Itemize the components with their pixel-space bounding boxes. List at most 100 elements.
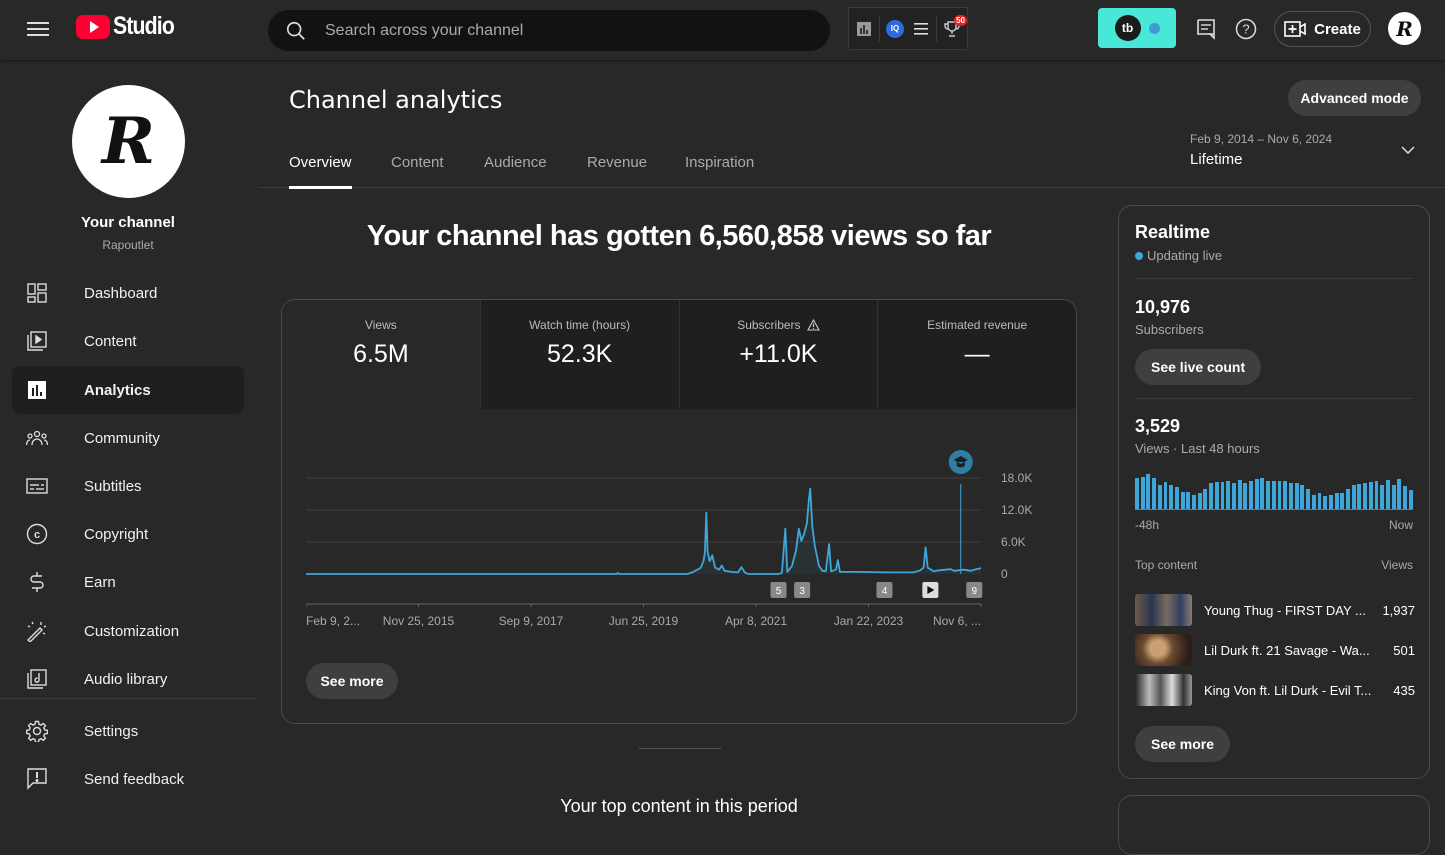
realtime-title: Realtime	[1135, 222, 1211, 242]
bar-chart-icon[interactable]	[853, 18, 875, 40]
video-views: 435	[1393, 682, 1415, 698]
sidebar-item-community[interactable]: Community	[12, 414, 244, 462]
chart-annotation-marker[interactable]: 9	[966, 582, 983, 598]
sidebar-item-audio-library[interactable]: Audio library	[12, 655, 244, 703]
sidebar-item-label: Customization	[84, 622, 180, 640]
menu-icon[interactable]	[27, 18, 49, 40]
iq-extension-icon[interactable]: IQ	[884, 18, 906, 40]
hourly-bar	[1288, 483, 1293, 509]
hourly-bar	[1203, 489, 1208, 509]
tab-overview[interactable]: Overview	[289, 154, 352, 189]
hourly-bar	[1186, 492, 1191, 509]
chart-annotation-marker[interactable]: 5	[770, 582, 787, 598]
search-bar[interactable]	[268, 10, 830, 51]
list-icon[interactable]	[910, 18, 932, 40]
youtube-logo-icon	[76, 14, 110, 39]
create-button[interactable]: Create	[1274, 11, 1371, 47]
advanced-mode-button[interactable]: Advanced mode	[1288, 80, 1421, 116]
hourly-bar	[1226, 481, 1231, 509]
studio-logo[interactable]: Studio	[76, 12, 185, 41]
sidebar-item-label: Earn	[84, 573, 116, 591]
metric-views[interactable]: Views 6.5M	[282, 300, 480, 409]
metric-estimated-revenue[interactable]: Estimated revenue —	[877, 300, 1076, 409]
views-column-label: Views	[1381, 558, 1413, 572]
sidebar-item-label: Copyright	[84, 525, 149, 543]
realtime-see-more-button[interactable]: See more	[1135, 726, 1231, 762]
see-more-button[interactable]: See more	[306, 663, 398, 699]
hourly-bar	[1300, 484, 1305, 509]
search-input[interactable]	[325, 21, 795, 40]
hourly-views-chart[interactable]	[1135, 474, 1413, 510]
hourly-bar	[1306, 488, 1310, 509]
main-content: Channel analytics Advanced mode Overview…	[258, 60, 1445, 855]
hourly-bar	[1237, 480, 1242, 509]
top-content-row[interactable]: Lil Durk ft. 21 Savage - Wa... 501	[1135, 634, 1415, 666]
logo-text: Studio	[113, 12, 175, 40]
top-content-row[interactable]: Young Thug - FIRST DAY ... 1,937	[1135, 594, 1415, 626]
sidebar-item-send-feedback[interactable]: Send feedback	[12, 755, 244, 803]
hourly-bar	[1368, 481, 1373, 509]
sidebar-item-label: Dashboard	[84, 284, 158, 302]
tab-audience[interactable]: Audience	[484, 154, 547, 188]
top-content-row[interactable]: King Von ft. Lil Durk - Evil T... 435	[1135, 674, 1415, 706]
hourly-bar	[1135, 478, 1139, 509]
tab-content[interactable]: Content	[391, 154, 444, 188]
sidebar-item-dashboard[interactable]: Dashboard	[12, 269, 244, 317]
status-dot	[1148, 22, 1160, 34]
tab-revenue[interactable]: Revenue	[587, 154, 647, 188]
date-range-selector[interactable]: Feb 9, 2014 – Nov 6, 2024 Lifetime	[1190, 132, 1430, 172]
sidebar-item-content[interactable]: Content	[12, 317, 244, 365]
tab-inspiration[interactable]: Inspiration	[685, 154, 754, 188]
metric-watch-time[interactable]: Watch time (hours) 52.3K	[479, 300, 679, 409]
metric-label: Subscribers	[680, 318, 878, 332]
video-title: Lil Durk ft. 21 Savage - Wa...	[1204, 642, 1370, 658]
x-tick-label: Feb 9, 2...	[306, 614, 360, 628]
metric-label: Views	[364, 318, 397, 332]
see-live-count-button[interactable]: See live count	[1135, 349, 1262, 385]
sidebar-item-earn[interactable]: Earn	[12, 558, 244, 606]
y-tick-label: 12.0K	[1001, 503, 1032, 517]
x-tick-label: Nov 25, 2015	[383, 614, 455, 628]
next-card	[1118, 795, 1430, 855]
hourly-bar	[1243, 482, 1248, 509]
hourly-bar	[1346, 488, 1350, 509]
messages-icon[interactable]	[1193, 16, 1219, 42]
x-tick-label: Apr 8, 2021	[725, 614, 787, 628]
extension-toolbar: IQ 50	[848, 7, 968, 50]
sidebar-item-customization[interactable]: Customization	[12, 607, 244, 655]
hourly-bar	[1140, 476, 1145, 509]
tubebuddy-button[interactable]: tb	[1098, 8, 1176, 48]
trophy-icon[interactable]: 50	[941, 14, 967, 40]
hourly-bar	[1351, 485, 1356, 509]
metric-subscribers[interactable]: Subscribers +11.0K	[678, 300, 878, 409]
sidebar-item-label: Settings	[84, 722, 139, 740]
date-range-text: Feb 9, 2014 – Nov 6, 2024	[1190, 132, 1333, 146]
views-chart[interactable]: 0 6.0K 12.0K 18.0K Feb 9, 2... Nov 25, 2015 Se…	[306, 442, 1066, 642]
feedback-icon	[25, 767, 49, 791]
account-avatar[interactable]: R	[1388, 12, 1421, 45]
chart-annotation-marker[interactable]: 3	[794, 582, 811, 598]
tubebuddy-icon: tb	[1114, 15, 1141, 41]
top-content-heading: Your top content in this period	[560, 796, 798, 816]
section-divider	[639, 748, 721, 749]
sidebar-item-copyright[interactable]: c Copyright	[12, 510, 244, 558]
y-tick-label: 0	[1001, 567, 1008, 581]
metric-tabs: Views 6.5M Watch time (hours) 52.3K Subs…	[282, 300, 1076, 409]
video-views: 501	[1393, 642, 1415, 658]
realtime-views-count: 3,529	[1135, 416, 1181, 436]
chart-annotation-marker[interactable]	[922, 582, 939, 598]
sidebar-item-subtitles[interactable]: Subtitles	[12, 462, 244, 510]
warning-icon[interactable]	[806, 319, 820, 331]
sidebar-item-settings[interactable]: Settings	[12, 707, 244, 755]
svg-text:4: 4	[882, 586, 888, 597]
video-title: Young Thug - FIRST DAY ...	[1204, 602, 1366, 618]
divider	[1135, 398, 1413, 399]
channel-avatar[interactable]: R	[72, 85, 185, 198]
sidebar-item-analytics[interactable]: Analytics	[12, 366, 244, 414]
metric-value: +11.0K	[739, 340, 818, 368]
chart-annotation-marker[interactable]: 4	[876, 582, 893, 598]
sidebar: R Your channel Rapoutlet Dashboard Conte…	[0, 60, 256, 812]
help-icon[interactable]: ?	[1233, 16, 1259, 42]
hourly-bar	[1220, 481, 1225, 509]
create-label: Create	[1314, 20, 1361, 38]
